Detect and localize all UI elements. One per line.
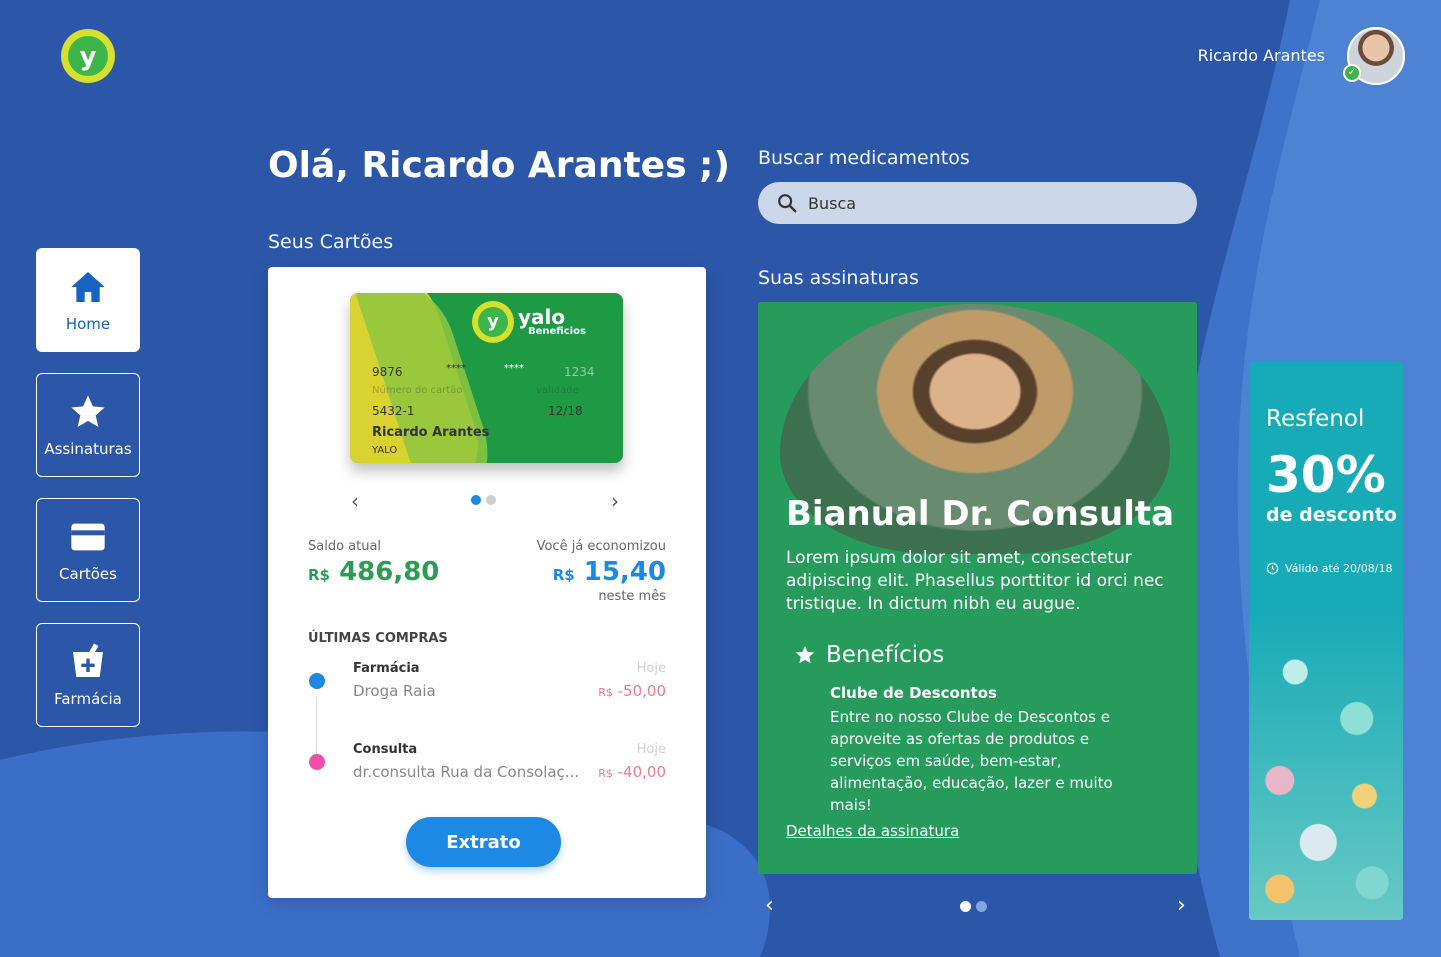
- carousel-dot[interactable]: [976, 901, 987, 912]
- transaction-amount: -40,00: [617, 763, 666, 781]
- card-number-mask: ****: [446, 363, 466, 374]
- transaction-date: Hoje: [636, 742, 666, 757]
- sidebar-item-farmacia[interactable]: Farmácia: [36, 623, 140, 727]
- promo-validity: Válido até 20/08/18: [1266, 562, 1392, 575]
- sidebar-item-label: Assinaturas: [44, 440, 132, 458]
- transaction-value: R$ -50,00: [598, 682, 666, 700]
- ultimas-compras-title: ÚLTIMAS COMPRAS: [308, 631, 448, 646]
- benefits-heading: Benefícios: [794, 642, 944, 668]
- card-number-label: Número do cartão: [372, 385, 463, 396]
- pharmacy-icon: [73, 643, 103, 677]
- benefit-description: Entre no nosso Clube de Descontos e apro…: [830, 708, 1113, 814]
- subscription-details-link[interactable]: Detalhes da assinatura: [786, 822, 959, 840]
- carousel-dot[interactable]: [486, 495, 496, 505]
- card-carousel-dots: [471, 495, 496, 505]
- subscriptions-section-title: Suas assinaturas: [758, 267, 919, 289]
- transaction-amount: -50,00: [617, 682, 666, 700]
- card-number-start: 9876: [372, 365, 403, 379]
- transaction-value: R$ -40,00: [598, 763, 666, 781]
- transaction-date: Hoje: [636, 661, 666, 676]
- subscription-name: Bianual Dr. Consulta: [786, 494, 1175, 534]
- card-brand: yalo: [518, 305, 566, 329]
- card-validity-label: validade: [536, 385, 579, 396]
- card-expiry: 12/18: [548, 404, 583, 418]
- card-brand-logo: y yalo Beneficios: [472, 301, 586, 343]
- saldo-value: 486,80: [339, 557, 440, 587]
- svg-text:y: y: [80, 42, 97, 72]
- benefit-name: Clube de Descontos: [830, 684, 997, 702]
- timeline-line: [316, 697, 317, 757]
- transaction-place: dr.consulta Rua da Consolaç...: [353, 763, 580, 781]
- promo-product-name: Resfenol: [1266, 406, 1365, 432]
- credit-card[interactable]: y yalo Beneficios 9876 **** **** 1234 Nú…: [350, 293, 623, 463]
- subscription-carousel-dots: [960, 901, 987, 912]
- transaction-place: Droga Raia: [353, 682, 436, 700]
- economia-amount: R$ 15,40: [553, 557, 666, 587]
- card-holder: Ricardo Arantes: [372, 425, 490, 440]
- transaction-title: Farmácia: [353, 661, 420, 676]
- card-issuer: YALO: [372, 445, 398, 456]
- prev-card-arrow-icon[interactable]: ‹: [351, 489, 359, 513]
- verified-check-icon: ✓: [1343, 64, 1361, 82]
- saldo-amount: R$ 486,80: [308, 557, 439, 587]
- extrato-button[interactable]: Extrato: [406, 817, 561, 867]
- benefits-title: Benefícios: [826, 642, 945, 668]
- next-subscription-arrow-icon[interactable]: ›: [1177, 893, 1186, 918]
- cards-panel: y yalo Beneficios 9876 **** **** 1234 Nú…: [268, 267, 706, 898]
- user-name[interactable]: Ricardo Arantes: [1198, 46, 1325, 65]
- pills-image: [1249, 610, 1403, 920]
- sidebar-item-home[interactable]: Home: [36, 248, 140, 352]
- transaction-currency: R$: [598, 767, 613, 780]
- card-account: 5432-1: [372, 404, 415, 418]
- transaction-title: Consulta: [353, 742, 418, 757]
- promo-percent: 30%: [1266, 446, 1386, 504]
- promo-discount-label: de desconto: [1266, 504, 1397, 526]
- star-icon: [795, 645, 815, 664]
- search-section-title: Buscar medicamentos: [758, 147, 970, 169]
- card-number-end: 1234: [564, 365, 595, 379]
- economia-label: Você já economizou: [536, 539, 666, 554]
- star-icon: [71, 395, 105, 427]
- promo-valid-text: Válido até 20/08/18: [1285, 562, 1393, 575]
- background-wave: [0, 0, 1441, 957]
- next-card-arrow-icon[interactable]: ›: [611, 489, 619, 513]
- home-icon: [71, 272, 105, 302]
- sidebar-item-label: Farmácia: [54, 690, 122, 708]
- carousel-dot[interactable]: [960, 901, 971, 912]
- subscription-card[interactable]: Bianual Dr. Consulta Lorem ipsum dolor s…: [758, 302, 1197, 874]
- economia-currency: R$: [552, 566, 575, 584]
- carousel-dot[interactable]: [471, 495, 481, 505]
- economia-period: neste mês: [598, 589, 666, 604]
- card-brand-sub: Beneficios: [528, 326, 586, 337]
- search-box[interactable]: [758, 182, 1197, 224]
- sidebar-item-assinaturas[interactable]: Assinaturas: [36, 373, 140, 477]
- clock-icon: [1266, 562, 1279, 575]
- card-number-mask: ****: [504, 363, 524, 374]
- sidebar-item-label: Home: [65, 315, 111, 333]
- promo-card[interactable]: Resfenol 30% de desconto Válido até 20/0…: [1249, 362, 1403, 920]
- timeline-dot: [309, 673, 325, 689]
- prev-subscription-arrow-icon[interactable]: ‹: [765, 893, 774, 918]
- search-icon: [778, 194, 797, 213]
- saldo-label: Saldo atual: [308, 539, 382, 554]
- greeting-title: Olá, Ricardo Arantes ;): [268, 145, 730, 186]
- card-icon: [71, 523, 105, 551]
- transaction-currency: R$: [598, 686, 613, 699]
- timeline-dot: [309, 754, 325, 770]
- search-input[interactable]: [808, 193, 1168, 213]
- sidebar-item-cartoes[interactable]: Cartões: [36, 498, 140, 602]
- subscription-description: Lorem ipsum dolor sit amet, consectetur …: [786, 548, 1164, 614]
- yalo-logo[interactable]: y: [60, 28, 116, 84]
- economia-value: 15,40: [583, 557, 666, 587]
- saldo-currency: R$: [308, 566, 330, 584]
- sidebar-item-label: Cartões: [59, 565, 117, 583]
- cards-section-title: Seus Cartões: [268, 231, 394, 253]
